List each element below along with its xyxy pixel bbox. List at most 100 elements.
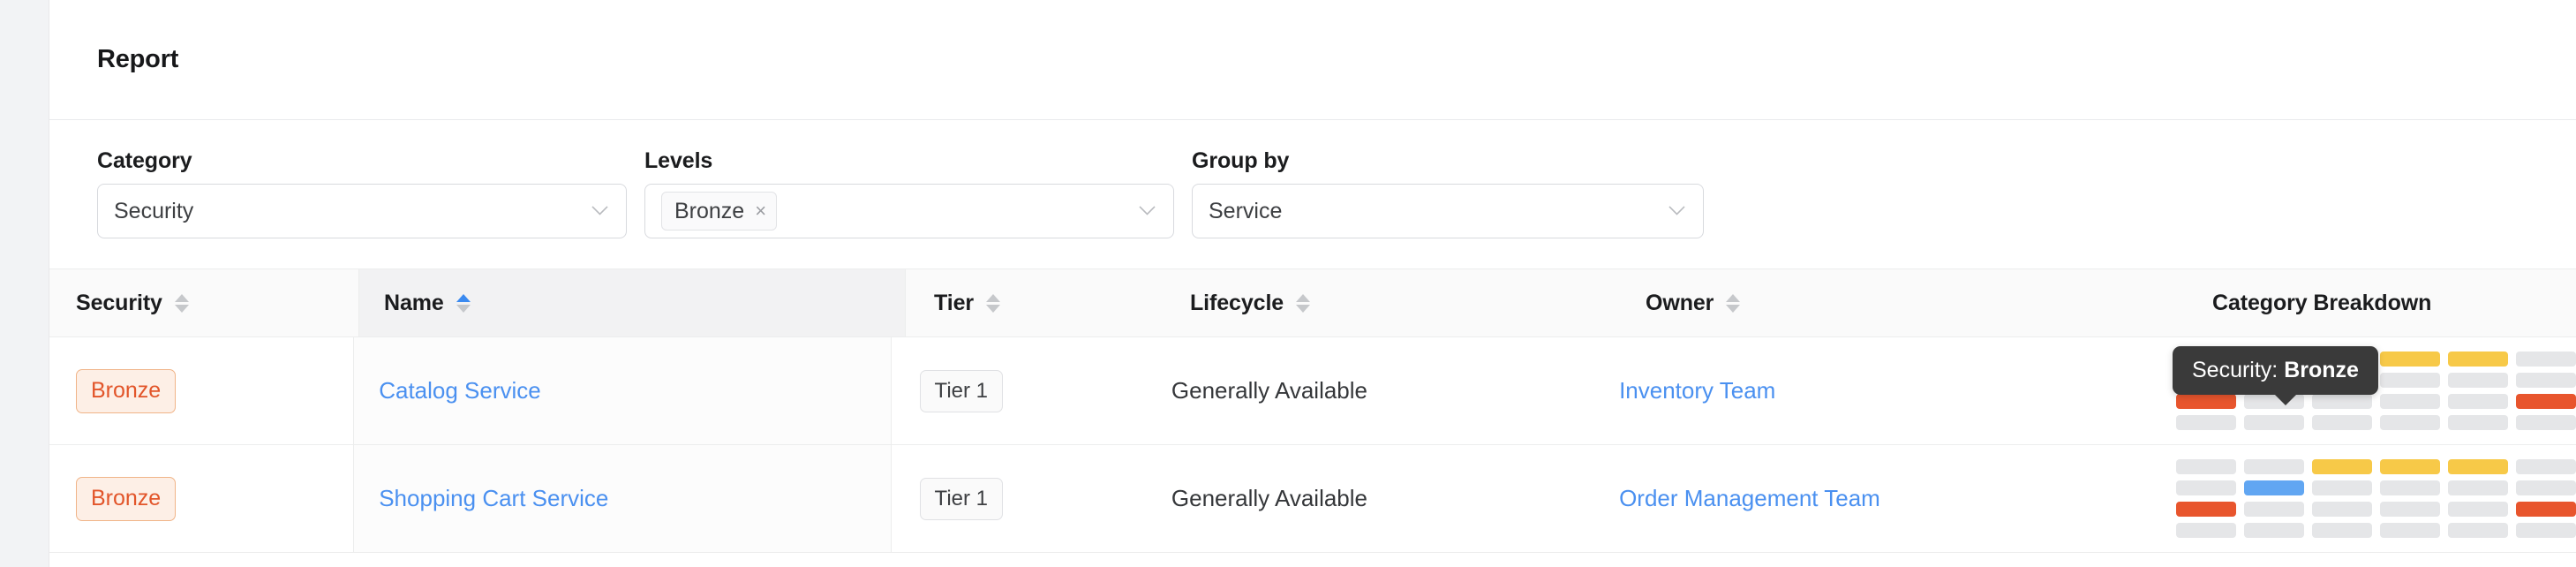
column-header-label: Owner [1646,290,1714,315]
heatmap-cell[interactable] [2244,415,2304,430]
column-header-label: Lifecycle [1190,290,1284,315]
owner-link[interactable]: Order Management Team [1619,485,1880,512]
tooltip-value: Bronze [2284,358,2359,382]
heatmap-cell[interactable] [2176,394,2236,409]
column-header-tier[interactable]: Tier [906,269,1162,336]
heatmap-cell[interactable] [2448,480,2508,495]
heatmap-cell[interactable] [2516,394,2576,409]
heatmap-cell[interactable] [2244,459,2304,474]
category-label: Category [97,148,192,173]
column-header-name[interactable]: Name [358,269,906,336]
close-icon[interactable]: × [755,201,766,221]
sort-icon-tier[interactable] [986,293,1000,313]
cell-security: Bronze [49,445,353,552]
heatmap-cell[interactable] [2448,523,2508,538]
heatmap-cell[interactable] [2516,523,2576,538]
heatmap-cell[interactable] [2448,352,2508,367]
cell-tier: Tier 1 [892,337,1143,444]
owner-link[interactable]: Inventory Team [1619,377,1775,404]
heatmap-cell[interactable] [2244,480,2304,495]
levels-label: Levels [644,148,713,173]
cell-owner: Inventory Team [1594,337,2150,444]
heatmap-cell[interactable] [2176,523,2236,538]
heatmap-cell[interactable] [2244,523,2304,538]
levels-select[interactable]: Bronze × [644,184,1174,238]
group-by-selected-value: Service [1209,198,1283,223]
column-header-owner[interactable]: Owner [1621,269,2186,336]
levels-chip-label: Bronze [674,198,745,223]
heatmap-cell[interactable] [2312,502,2372,517]
heatmap-cell[interactable] [2176,459,2236,474]
heatmap-cell[interactable] [2176,480,2236,495]
heatmap-cell[interactable] [2312,523,2372,538]
heatmap-cell[interactable] [2448,459,2508,474]
page-title: Report [97,45,179,73]
column-header-label: Name [384,290,444,315]
filter-group-by: Group by Service [1192,148,1704,238]
sort-icon-owner[interactable] [1726,293,1741,313]
filter-category: Category Security [97,148,627,238]
column-header-security[interactable]: Security [49,269,358,336]
heatmap-cell[interactable] [2380,373,2440,388]
lifecycle-value: Generally Available [1171,377,1367,404]
service-name-link[interactable]: Catalog Service [379,377,541,404]
category-breakdown-heatmap [2176,459,2576,538]
chevron-down-icon [591,206,608,215]
heatmap-cell[interactable] [2516,459,2576,474]
levels-chip-bronze[interactable]: Bronze × [661,192,778,231]
sort-icon-security[interactable] [174,293,189,313]
heatmap-cell[interactable] [2516,373,2576,388]
sort-icon-name[interactable] [456,293,471,313]
cell-lifecycle: Generally Available [1143,337,1594,444]
heatmap-cell[interactable] [2312,480,2372,495]
heatmap-cell[interactable] [2312,415,2372,430]
heatmap-cell[interactable] [2380,459,2440,474]
heatmap-cell[interactable] [2448,502,2508,517]
heatmap-cell[interactable] [2176,415,2236,430]
sort-icon-lifecycle[interactable] [1296,293,1311,313]
chevron-down-icon [1668,206,1685,215]
column-header-label: Tier [934,290,974,315]
heatmap-cell[interactable] [2516,352,2576,367]
chevron-down-icon [1139,206,1156,215]
column-header-label: Security [76,290,162,315]
column-header-label: Category Breakdown [2212,290,2432,315]
heatmap-cell[interactable] [2380,480,2440,495]
table-row[interactable]: Bronze Shopping Cart Service Tier 1 Gene… [49,445,2576,553]
heatmap-cell[interactable] [2312,394,2372,409]
heatmap-cell[interactable] [2380,394,2440,409]
heatmap-tooltip: Security: Bronze [2173,346,2378,405]
cell-name: Catalog Service [353,337,892,444]
tooltip-prefix: Security: [2192,358,2285,382]
heatmap-cell[interactable] [2380,523,2440,538]
heatmap-cell[interactable] [2516,480,2576,495]
filter-levels: Levels Bronze × [644,148,1174,238]
heatmap-cell[interactable] [2380,352,2440,367]
content-card: Report Category Security Levels Bronze ×… [49,0,2576,567]
table-header-row: Security Name Tier Lifecycle Owner Categ… [49,268,2576,337]
heatmap-cell[interactable] [2448,373,2508,388]
heatmap-cell[interactable] [2244,502,2304,517]
heatmap-cell[interactable] [2516,502,2576,517]
status-badge: Bronze [76,476,177,521]
cell-lifecycle: Generally Available [1143,445,1594,552]
category-select[interactable]: Security [97,184,627,238]
heatmap-cell[interactable] [2448,394,2508,409]
column-header-lifecycle[interactable]: Lifecycle [1162,269,1621,336]
heatmap-cell[interactable] [2312,459,2372,474]
service-name-link[interactable]: Shopping Cart Service [379,485,608,512]
group-by-select[interactable]: Service [1192,184,1704,238]
cell-name: Shopping Cart Service [353,445,892,552]
heatmap-cell[interactable] [2176,502,2236,517]
tier-badge: Tier 1 [919,369,1004,412]
heatmap-cell[interactable] [2448,415,2508,430]
page-header: Report [49,0,2576,120]
status-badge: Bronze [76,368,177,413]
heatmap-cell[interactable] [2380,415,2440,430]
heatmap-cell[interactable] [2380,502,2440,517]
column-header-category-breakdown: Category Breakdown [2186,269,2576,336]
tier-badge: Tier 1 [919,477,1004,520]
cell-category-breakdown [2150,445,2576,552]
cell-tier: Tier 1 [892,445,1143,552]
heatmap-cell[interactable] [2516,415,2576,430]
